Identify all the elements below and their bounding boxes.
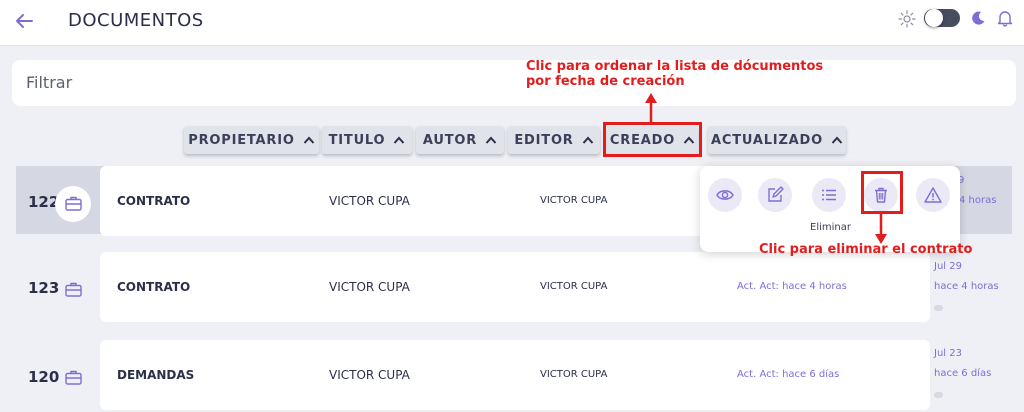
chevron-up-icon <box>485 136 497 144</box>
report-button[interactable] <box>916 178 950 212</box>
annotation-arrow-down <box>875 214 887 244</box>
sort-actualizado-label: ACTUALIZADO <box>711 132 823 148</box>
chevron-up-icon <box>582 136 593 144</box>
document-author: VICTOR CUPA <box>329 194 410 208</box>
document-title: CONTRATO <box>117 280 191 294</box>
document-updated: Act. Act: hace 4 horas <box>737 281 847 292</box>
document-updated: Act. Act: hace 6 días <box>737 369 840 380</box>
sort-autor-label: AUTOR <box>422 132 478 148</box>
document-editor: VICTOR CUPA <box>540 281 608 292</box>
sort-propietario-label: PROPIETARIO <box>188 132 295 148</box>
status-indicator <box>934 305 943 311</box>
top-bar: DOCUMENTOS <box>0 0 1024 46</box>
sort-annotation-line1: Clic para ordenar la lista de dócumentos <box>526 59 824 74</box>
delete-highlight-box <box>861 171 903 214</box>
sort-propietario-button[interactable]: PROPIETARIO <box>184 126 319 154</box>
briefcase-icon <box>65 196 82 211</box>
edit-icon <box>768 186 784 202</box>
document-created-date: Jul 23 <box>934 348 962 359</box>
theme-toggle[interactable] <box>924 9 960 27</box>
document-editor: VICTOR CUPA <box>540 369 608 380</box>
document-created-ago: 4 horas <box>959 195 997 206</box>
sort-titulo-label: TITULO <box>328 132 386 148</box>
document-author: VICTOR CUPA <box>329 368 410 382</box>
back-arrow-icon[interactable] <box>12 9 36 33</box>
sort-editor-label: EDITOR <box>514 132 574 148</box>
bell-icon[interactable] <box>996 9 1014 27</box>
sort-titulo-button[interactable]: TITULO <box>322 126 412 154</box>
document-editor: VICTOR CUPA <box>540 195 608 206</box>
document-created-date: Jul 29 <box>934 261 962 272</box>
chevron-up-icon <box>394 136 405 144</box>
document-created-ago: hace 6 días <box>934 368 992 379</box>
chevron-up-icon <box>303 136 314 144</box>
row-actions-popup: Eliminar <box>700 166 960 252</box>
edit-button[interactable] <box>758 178 792 212</box>
briefcase-icon <box>65 370 82 385</box>
list-button[interactable] <box>812 178 846 212</box>
filter-box <box>12 60 1016 106</box>
document-created-ago: hace 4 horas <box>934 281 999 292</box>
sort-editor-button[interactable]: EDITOR <box>508 126 600 154</box>
delete-tooltip: Eliminar <box>810 222 851 233</box>
sort-annotation-line2: por fecha de creación <box>526 74 685 89</box>
sort-annotation: Clic para ordenar la lista de dócumentos… <box>526 59 823 89</box>
toggle-knob <box>925 9 943 27</box>
annotation-arrow-up <box>645 93 657 125</box>
chevron-up-icon <box>831 136 843 144</box>
page-title: DOCUMENTOS <box>68 10 204 31</box>
list-icon <box>822 189 836 201</box>
document-author: VICTOR CUPA <box>329 280 410 294</box>
creado-highlight-box <box>603 122 702 157</box>
document-title: CONTRATO <box>117 194 191 208</box>
sort-autor-button[interactable]: AUTOR <box>416 126 504 154</box>
briefcase-icon <box>65 282 82 297</box>
document-title: DEMANDAS <box>117 368 195 382</box>
delete-annotation: Clic para eliminar el contrato <box>759 242 973 257</box>
sort-actualizado-button[interactable]: ACTUALIZADO <box>708 126 846 154</box>
moon-icon <box>972 11 985 25</box>
view-button[interactable] <box>708 178 742 212</box>
warning-icon <box>924 187 942 203</box>
status-indicator <box>934 392 943 398</box>
sun-icon <box>898 10 916 28</box>
eye-icon <box>716 190 734 200</box>
